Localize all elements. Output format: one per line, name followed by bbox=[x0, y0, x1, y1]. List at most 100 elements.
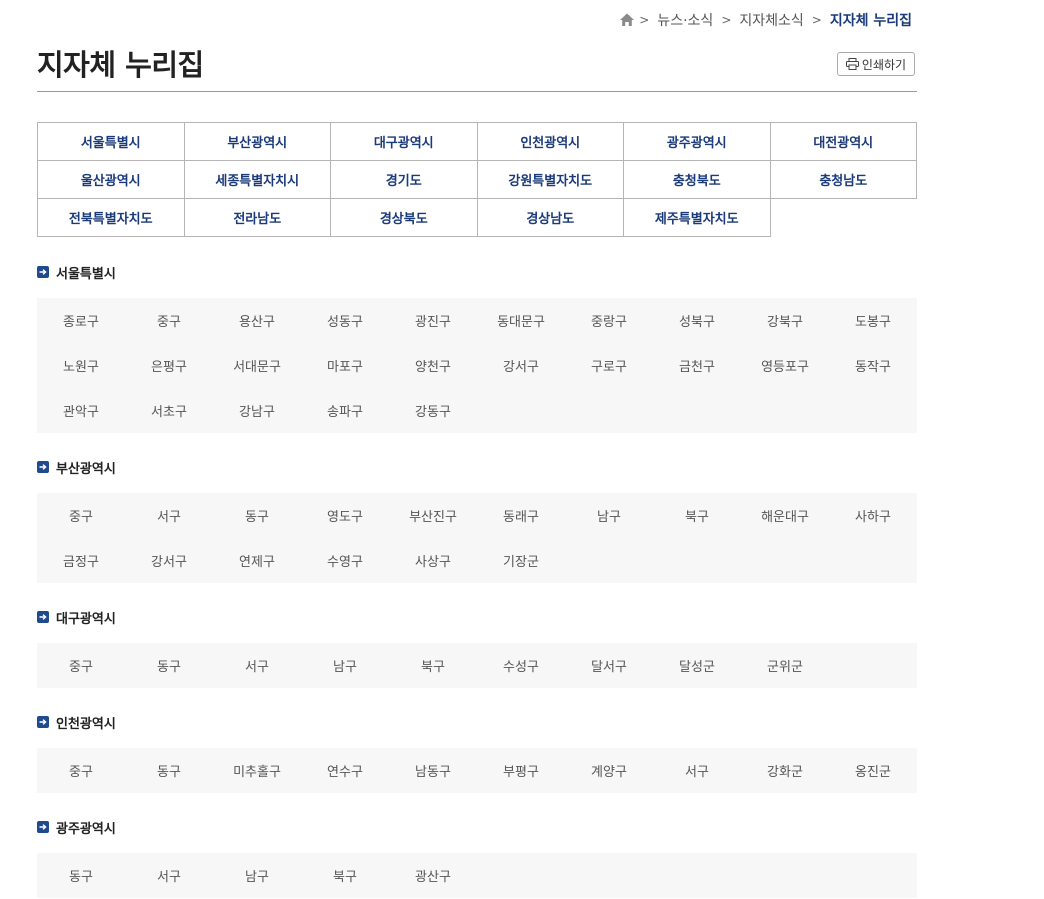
district-link[interactable]: 부산진구 bbox=[389, 493, 477, 538]
region-link[interactable]: 충청남도 bbox=[770, 161, 917, 199]
district-list: 중구 동구 서구 남구 북구 수성구 달서구 달성군 군위군 bbox=[37, 643, 917, 688]
region-link[interactable]: 경상북도 bbox=[331, 199, 478, 237]
district-link[interactable]: 기장군 bbox=[477, 538, 565, 583]
district-link[interactable]: 남동구 bbox=[389, 748, 477, 793]
district-link[interactable]: 북구 bbox=[389, 643, 477, 688]
district-link[interactable]: 해운대구 bbox=[741, 493, 829, 538]
region-link[interactable]: 인천광역시 bbox=[477, 123, 624, 161]
region-link[interactable]: 전라남도 bbox=[184, 199, 331, 237]
section-header: 광주광역시 bbox=[37, 818, 917, 837]
district-link[interactable]: 마포구 bbox=[301, 343, 389, 388]
district-link[interactable]: 남구 bbox=[301, 643, 389, 688]
breadcrumb-separator: > bbox=[639, 13, 650, 27]
district-link[interactable]: 서구 bbox=[653, 748, 741, 793]
region-link[interactable]: 강원특별자치도 bbox=[477, 161, 624, 199]
section-title: 광주광역시 bbox=[56, 821, 116, 837]
district-link[interactable]: 도봉구 bbox=[829, 298, 917, 343]
district-section: 서울특별시종로구 중구 용산구 성동구 광진구 동대문구 중랑구 성북구 강북구 도봉구노원구 은평… bbox=[37, 263, 917, 433]
district-link[interactable]: 옹진군 bbox=[829, 748, 917, 793]
region-link[interactable]: 세종특별자치시 bbox=[184, 161, 331, 199]
district-link[interactable]: 강서구 bbox=[477, 343, 565, 388]
district-link[interactable]: 구로구 bbox=[565, 343, 653, 388]
district-link[interactable]: 강북구 bbox=[741, 298, 829, 343]
district-link[interactable]: 양천구 bbox=[389, 343, 477, 388]
region-link[interactable]: 경상남도 bbox=[477, 199, 624, 237]
district-link[interactable]: 금천구 bbox=[653, 343, 741, 388]
district-link[interactable]: 군위군 bbox=[741, 643, 829, 688]
region-link[interactable]: 충청북도 bbox=[624, 161, 771, 199]
region-link[interactable]: 부산광역시 bbox=[184, 123, 331, 161]
district-link[interactable]: 수성구 bbox=[477, 643, 565, 688]
district-link[interactable]: 강화군 bbox=[741, 748, 829, 793]
district-link[interactable]: 남구 bbox=[565, 493, 653, 538]
district-link[interactable]: 송파구 bbox=[301, 388, 389, 433]
breadcrumb-item-local-news[interactable]: 지자체소식 bbox=[739, 10, 803, 30]
page-title: 지자체 누리집 bbox=[37, 48, 204, 82]
region-link[interactable]: 울산광역시 bbox=[38, 161, 185, 199]
district-link[interactable]: 강서구 bbox=[125, 538, 213, 583]
district-link[interactable]: 중구 bbox=[37, 748, 125, 793]
district-link[interactable]: 강남구 bbox=[213, 388, 301, 433]
district-link[interactable]: 중구 bbox=[37, 643, 125, 688]
district-link[interactable]: 남구 bbox=[213, 853, 301, 898]
district-link[interactable]: 사상구 bbox=[389, 538, 477, 583]
district-link[interactable]: 서구 bbox=[125, 493, 213, 538]
district-link[interactable]: 수영구 bbox=[301, 538, 389, 583]
district-link[interactable]: 영도구 bbox=[301, 493, 389, 538]
district-link[interactable]: 금정구 bbox=[37, 538, 125, 583]
district-link[interactable]: 서구 bbox=[125, 853, 213, 898]
district-link[interactable]: 달서구 bbox=[565, 643, 653, 688]
district-link[interactable]: 연수구 bbox=[301, 748, 389, 793]
district-link[interactable]: 계양구 bbox=[565, 748, 653, 793]
section-title: 부산광역시 bbox=[56, 461, 116, 477]
breadcrumb-item-news[interactable]: 뉴스·소식 bbox=[657, 10, 713, 30]
breadcrumb-separator: > bbox=[811, 13, 822, 27]
breadcrumb-separator: > bbox=[721, 13, 732, 27]
district-link[interactable]: 광산구 bbox=[389, 853, 477, 898]
district-link[interactable]: 중구 bbox=[125, 298, 213, 343]
home-icon[interactable] bbox=[619, 12, 635, 28]
region-link[interactable]: 서울특별시 bbox=[38, 123, 185, 161]
district-link[interactable]: 동래구 bbox=[477, 493, 565, 538]
district-list: 동구 서구 남구 북구 광산구 bbox=[37, 853, 917, 898]
region-link[interactable]: 대전광역시 bbox=[770, 123, 917, 161]
region-link[interactable]: 제주특별자치도 bbox=[624, 199, 771, 237]
district-link[interactable]: 미추홀구 bbox=[213, 748, 301, 793]
district-link[interactable]: 동구 bbox=[37, 853, 125, 898]
district-link[interactable]: 달성군 bbox=[653, 643, 741, 688]
region-link[interactable]: 경기도 bbox=[331, 161, 478, 199]
district-link[interactable]: 동구 bbox=[125, 643, 213, 688]
district-link[interactable]: 은평구 bbox=[125, 343, 213, 388]
district-link[interactable]: 광진구 bbox=[389, 298, 477, 343]
region-link[interactable]: 광주광역시 bbox=[624, 123, 771, 161]
district-link[interactable]: 중구 bbox=[37, 493, 125, 538]
district-link[interactable]: 동대문구 bbox=[477, 298, 565, 343]
region-link[interactable]: 전북특별자치도 bbox=[38, 199, 185, 237]
district-link[interactable]: 동작구 bbox=[829, 343, 917, 388]
district-link[interactable]: 서구 bbox=[213, 643, 301, 688]
district-link[interactable]: 북구 bbox=[653, 493, 741, 538]
district-link[interactable]: 연제구 bbox=[213, 538, 301, 583]
print-button[interactable]: 인쇄하기 bbox=[837, 52, 915, 76]
district-link[interactable]: 북구 bbox=[301, 853, 389, 898]
arrow-right-icon bbox=[37, 716, 49, 728]
district-link[interactable]: 성동구 bbox=[301, 298, 389, 343]
district-list: 중구 서구 동구 영도구 부산진구 동래구 남구 북구 해운대구 사하구금정구 강서구 연제구 수영구 사… bbox=[37, 493, 917, 583]
section-header: 서울특별시 bbox=[37, 263, 917, 282]
district-link[interactable]: 종로구 bbox=[37, 298, 125, 343]
district-link[interactable]: 강동구 bbox=[389, 388, 477, 433]
district-link[interactable]: 부평구 bbox=[477, 748, 565, 793]
district-link[interactable]: 관악구 bbox=[37, 388, 125, 433]
district-link[interactable]: 사하구 bbox=[829, 493, 917, 538]
district-link[interactable]: 중랑구 bbox=[565, 298, 653, 343]
district-link[interactable]: 노원구 bbox=[37, 343, 125, 388]
district-link[interactable]: 동구 bbox=[213, 493, 301, 538]
district-link[interactable]: 서초구 bbox=[125, 388, 213, 433]
district-link[interactable]: 서대문구 bbox=[213, 343, 301, 388]
region-link[interactable]: 대구광역시 bbox=[331, 123, 478, 161]
district-link[interactable]: 영등포구 bbox=[741, 343, 829, 388]
breadcrumb-current: 지자체 누리집 bbox=[829, 13, 912, 29]
district-link[interactable]: 용산구 bbox=[213, 298, 301, 343]
district-link[interactable]: 동구 bbox=[125, 748, 213, 793]
district-link[interactable]: 성북구 bbox=[653, 298, 741, 343]
